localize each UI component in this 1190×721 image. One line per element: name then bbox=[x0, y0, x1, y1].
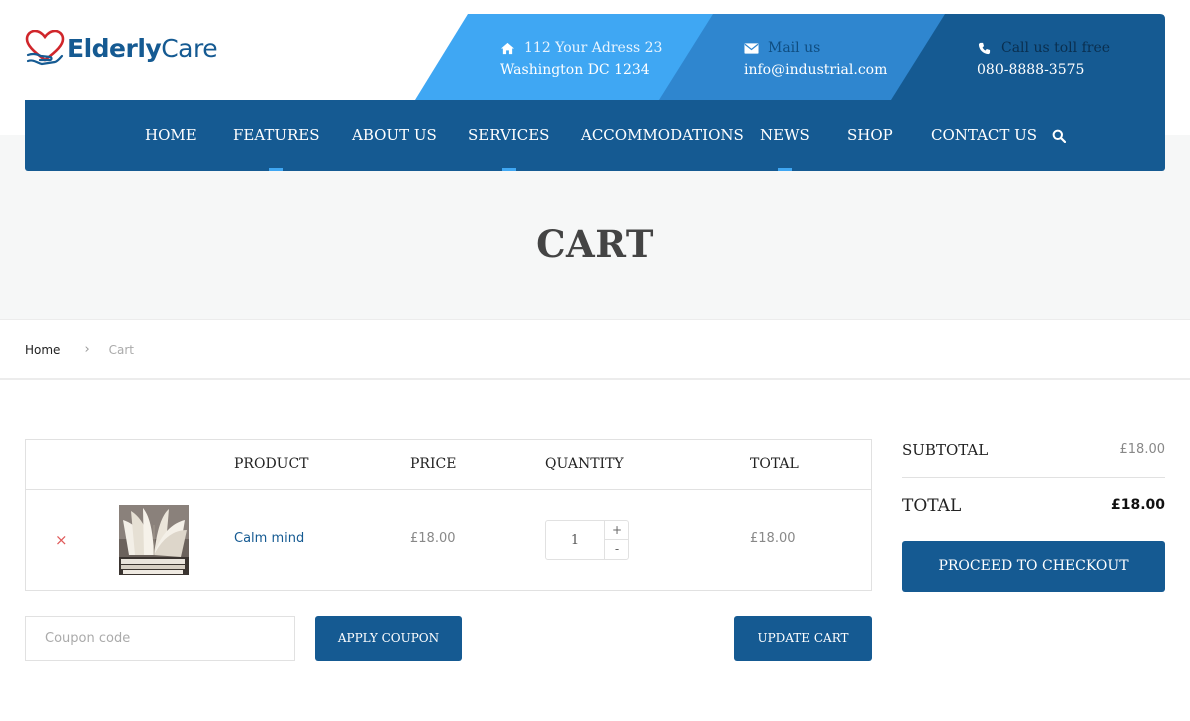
nav-item-contact-us[interactable]: CONTACT US bbox=[931, 100, 1037, 171]
cart-table-header: PRODUCT PRICE QUANTITY TOTAL bbox=[26, 440, 871, 490]
breadcrumb-divider bbox=[0, 378, 1190, 380]
contact-phone: Call us toll free 080-8888-3575 bbox=[977, 37, 1110, 81]
quantity-decrease-button[interactable]: - bbox=[605, 540, 629, 559]
contact-mail: Mail us info@industrial.com bbox=[744, 37, 887, 81]
table-row: × Calm mind £18.00 + - £18.00 bbox=[26, 490, 871, 590]
header-total: TOTAL bbox=[750, 456, 799, 472]
page-title: CART bbox=[536, 222, 654, 266]
contact-address: 112 Your Adress 23 Washington DC 1234 bbox=[500, 37, 662, 81]
address-line-2: Washington DC 1234 bbox=[500, 62, 650, 78]
nav-item-services[interactable]: SERVICES bbox=[468, 100, 549, 171]
total-value: £18.00 bbox=[1110, 497, 1165, 513]
header-quantity: QUANTITY bbox=[545, 456, 624, 472]
nav-item-home[interactable]: HOME bbox=[145, 100, 197, 171]
heart-hand-logo-icon bbox=[25, 30, 65, 66]
breadcrumb-chevron-icon: › bbox=[84, 342, 90, 357]
logo-text: ElderlyCare bbox=[67, 33, 218, 63]
nav-item-shop[interactable]: SHOP bbox=[847, 100, 893, 171]
total-row: TOTAL £18.00 bbox=[902, 494, 1165, 524]
total-label: TOTAL bbox=[902, 496, 962, 516]
item-price: £18.00 bbox=[410, 531, 456, 546]
product-thumbnail[interactable] bbox=[119, 505, 189, 575]
update-cart-button[interactable]: UPDATE CART bbox=[734, 616, 872, 661]
cart-table: PRODUCT PRICE QUANTITY TOTAL × Calm mind… bbox=[25, 439, 872, 591]
mail-address-link[interactable]: info@industrial.com bbox=[744, 59, 887, 81]
nav-active-marker bbox=[269, 168, 284, 171]
phone-label: Call us toll free bbox=[1001, 40, 1111, 56]
phone-number[interactable]: 080-8888-3575 bbox=[977, 59, 1110, 81]
subtotal-label: SUBTOTAL bbox=[902, 441, 989, 459]
coupon-code-input[interactable] bbox=[25, 616, 295, 661]
nav-item-features[interactable]: FEATURES bbox=[233, 100, 320, 171]
item-total: £18.00 bbox=[750, 531, 796, 546]
header-product: PRODUCT bbox=[234, 456, 309, 472]
phone-icon bbox=[978, 42, 991, 54]
quantity-input[interactable] bbox=[546, 521, 604, 559]
breadcrumb: Home › Cart bbox=[25, 342, 134, 357]
quantity-stepper: + - bbox=[545, 520, 629, 560]
quantity-buttons: + - bbox=[604, 521, 629, 559]
nav-active-marker bbox=[501, 168, 516, 171]
site-logo[interactable]: ElderlyCare bbox=[25, 30, 218, 66]
envelope-icon bbox=[744, 42, 759, 54]
subtotal-value: £18.00 bbox=[1119, 442, 1166, 457]
home-icon bbox=[501, 42, 514, 54]
proceed-to-checkout-button[interactable]: PROCEED TO CHECKOUT bbox=[902, 541, 1165, 592]
apply-coupon-button[interactable]: APPLY COUPON bbox=[315, 616, 462, 661]
product-name-link[interactable]: Calm mind bbox=[234, 531, 304, 546]
nav-active-marker bbox=[777, 168, 792, 171]
address-line-1: 112 Your Adress 23 bbox=[524, 40, 663, 56]
search-icon[interactable] bbox=[1052, 129, 1066, 143]
nav-item-about-us[interactable]: ABOUT US bbox=[352, 100, 437, 171]
mail-label: Mail us bbox=[768, 40, 821, 56]
breadcrumb-home-link[interactable]: Home bbox=[25, 343, 60, 357]
main-navigation: HOME FEATURES ABOUT US SERVICES ACCOMMOD… bbox=[25, 100, 1165, 171]
quantity-increase-button[interactable]: + bbox=[605, 521, 629, 540]
nav-item-news[interactable]: NEWS bbox=[760, 100, 810, 171]
header-contact-band: 112 Your Adress 23 Washington DC 1234 Ma… bbox=[415, 14, 1165, 100]
header-price: PRICE bbox=[410, 456, 457, 472]
remove-item-icon[interactable]: × bbox=[55, 531, 68, 549]
breadcrumb-current: Cart bbox=[108, 342, 135, 357]
nav-item-accommodations[interactable]: ACCOMMODATIONS bbox=[581, 100, 744, 171]
subtotal-row: SUBTOTAL £18.00 bbox=[902, 439, 1165, 478]
